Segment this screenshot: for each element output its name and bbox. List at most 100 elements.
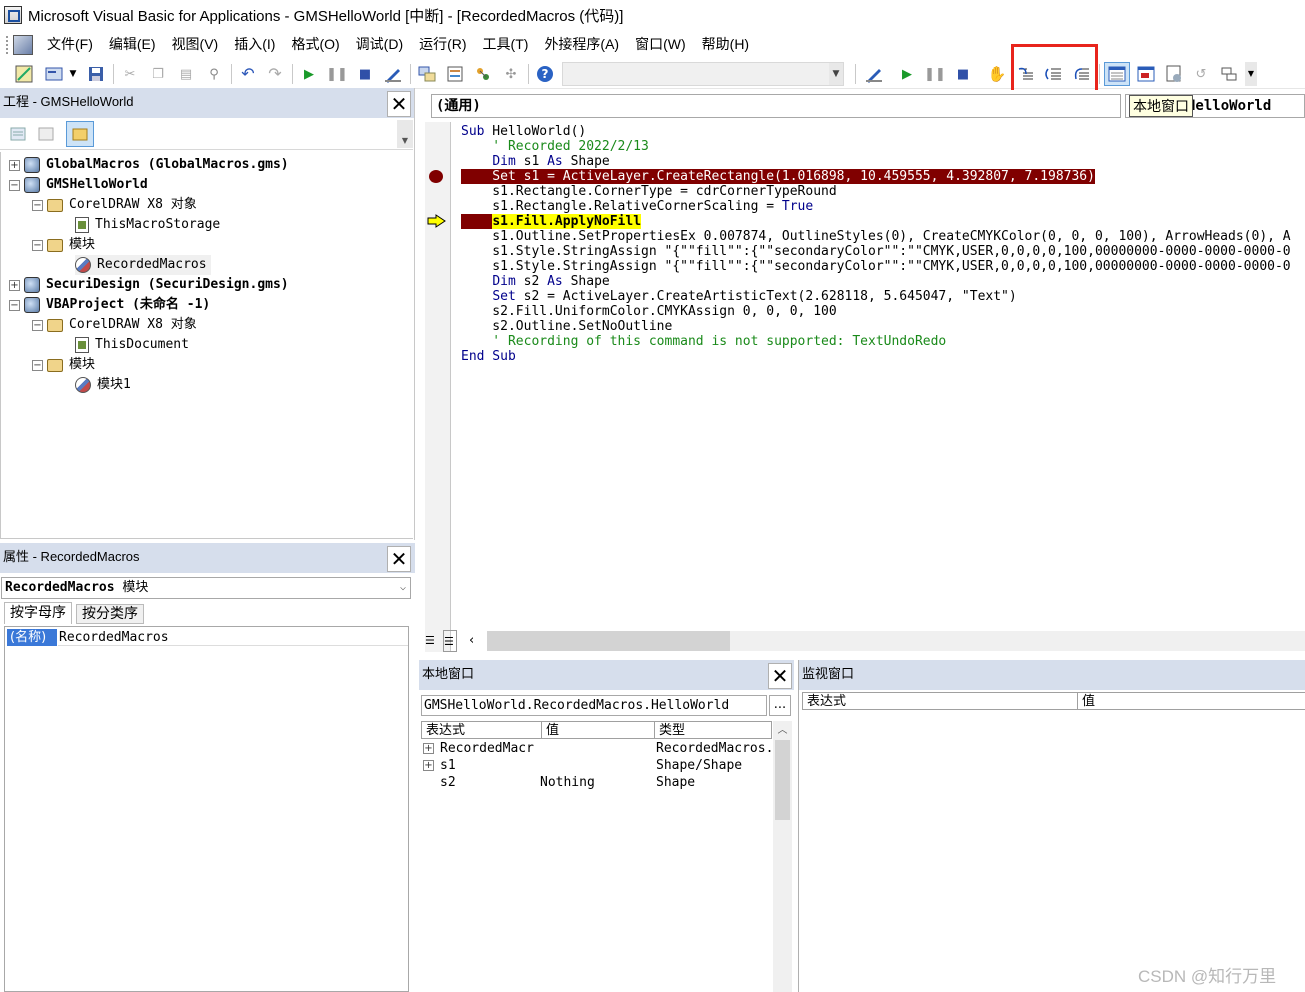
view-object-icon[interactable]	[36, 124, 56, 144]
dropdown-arrow-icon[interactable]: ▼	[66, 64, 80, 84]
toggle-folders-icon[interactable]	[66, 121, 94, 147]
code-line[interactable]: s1.Rectangle.RelativeCornerScaling = Tru…	[461, 199, 813, 214]
design-mode-icon[interactable]	[383, 64, 403, 84]
code-line[interactable]: s2.Outline.SetNoOutline	[461, 319, 672, 334]
chevron-down-icon[interactable]: ▼	[829, 63, 843, 85]
collapse-icon[interactable]: −	[32, 239, 43, 251]
tree-item-recordedmacros[interactable]: RecordedMacros	[75, 255, 211, 275]
watch-window-icon[interactable]	[1164, 64, 1184, 84]
collapse-icon[interactable]: −	[9, 179, 20, 191]
code-line[interactable]: s1.Style.StringAssign "{""fill"":{""seco…	[461, 259, 1290, 274]
scrollbar-thumb[interactable]	[487, 631, 730, 651]
call-stack-button[interactable]: ...	[769, 695, 791, 716]
code-line[interactable]: s2.Fill.UniformColor.CMYKAssign 0, 0, 0,…	[461, 304, 836, 319]
table-row[interactable]: + s1 Shape/Shape	[421, 757, 771, 774]
locals-window-icon[interactable]	[1104, 62, 1130, 86]
code-line[interactable]: Set s2 = ActiveLayer.CreateArtisticText(…	[461, 289, 1016, 304]
locals-col-type[interactable]: 类型	[654, 721, 772, 739]
tree-item-modules-2[interactable]: − 模块	[32, 355, 95, 375]
redo-icon[interactable]: ↷	[265, 64, 285, 84]
toolbar-location-combo[interactable]: ▼	[562, 62, 844, 86]
toolbox-icon[interactable]: ✣	[501, 64, 521, 84]
scroll-left-icon[interactable]: ‹	[469, 630, 474, 652]
code-line[interactable]: End Sub	[461, 349, 516, 364]
save-icon[interactable]	[86, 64, 106, 84]
expand-icon[interactable]: +	[423, 760, 434, 771]
watch-col-expression[interactable]: 表达式	[802, 692, 1078, 710]
break-icon[interactable]: ❚❚	[924, 64, 946, 84]
tree-item-securidesign[interactable]: + SecuriDesign (SecuriDesign.gms)	[9, 275, 289, 295]
collapse-icon[interactable]: −	[9, 299, 20, 311]
tree-item-globalmacros[interactable]: + GlobalMacros (GlobalMacros.gms)	[9, 155, 289, 175]
undo-icon[interactable]: ↶	[238, 64, 258, 84]
code-line[interactable]: ' Recorded 2022/2/13	[461, 139, 649, 154]
expand-icon[interactable]: +	[9, 279, 20, 291]
watch-col-value[interactable]: 值	[1077, 692, 1305, 710]
object-selector[interactable]: RecordedMacros 模块 ⌵	[1, 577, 411, 599]
code-line[interactable]: s1.Style.StringAssign "{""fill"":{""seco…	[461, 244, 1290, 259]
properties-window-icon[interactable]	[445, 64, 465, 84]
tree-item-coreldraw-objects[interactable]: − CorelDRAW X8 对象	[32, 195, 197, 215]
tree-item-vbaproject[interactable]: − VBAProject (未命名 -1)	[9, 295, 210, 315]
collapse-icon[interactable]: −	[32, 359, 43, 371]
tab-categorized[interactable]: 按分类序	[76, 604, 144, 624]
vba-menu-icon[interactable]	[13, 34, 33, 55]
locals-col-value[interactable]: 值	[541, 721, 655, 739]
run-icon[interactable]: ▶	[299, 64, 319, 84]
view-code-icon[interactable]	[8, 124, 28, 144]
tree-item-module1[interactable]: 模块1	[75, 375, 131, 395]
menu-view[interactable]: 视图(V)	[164, 31, 227, 58]
continue-icon[interactable]: ▶	[897, 64, 917, 84]
reset-icon[interactable]: ■	[355, 64, 375, 84]
tree-item-thismacrostorage[interactable]: ThisMacroStorage	[75, 215, 220, 235]
project-scrollbar[interactable]: ▼	[397, 120, 413, 148]
insert-userform-icon[interactable]	[44, 64, 64, 84]
chevron-down-icon[interactable]: ⌵	[400, 578, 406, 598]
toolbar-options-icon[interactable]: ▼	[1245, 62, 1257, 86]
menu-format[interactable]: 格式(O)	[283, 31, 347, 58]
tab-alphabetic[interactable]: 按字母序	[4, 602, 72, 624]
table-row[interactable]: s2 Nothing Shape	[421, 774, 771, 791]
copy-icon[interactable]: ❐	[148, 64, 168, 84]
property-name-cell[interactable]: (名称)	[7, 629, 57, 646]
hscroll-left-icon[interactable]: ☰	[425, 630, 439, 652]
tree-item-modules[interactable]: − 模块	[32, 235, 95, 255]
project-explorer-icon[interactable]	[417, 64, 437, 84]
code-line[interactable]: s1.Fill.ApplyNoFill	[461, 214, 642, 229]
close-icon[interactable]: ✕	[768, 663, 792, 689]
breakpoint-icon[interactable]	[429, 170, 443, 183]
procedure-view-icon[interactable]: ☰	[443, 630, 457, 652]
locals-col-expression[interactable]: 表达式	[421, 721, 542, 739]
menu-addins[interactable]: 外接程序(A)	[536, 31, 627, 58]
code-line[interactable]: Dim s2 As Shape	[461, 274, 609, 289]
menu-tools[interactable]: 工具(T)	[475, 31, 537, 58]
collapse-icon[interactable]: −	[32, 199, 43, 211]
code-line[interactable]: Dim s1 As Shape	[461, 154, 609, 169]
object-browser-icon[interactable]	[473, 64, 493, 84]
expand-icon[interactable]: +	[423, 743, 434, 754]
find-icon[interactable]: ⚲	[204, 64, 224, 84]
object-combo[interactable]: (通用)	[431, 94, 1121, 118]
call-stack-icon[interactable]	[1219, 64, 1239, 84]
menu-edit[interactable]: 编辑(E)	[101, 31, 164, 58]
close-icon[interactable]: ✕	[387, 546, 411, 572]
break-icon[interactable]: ❚❚	[326, 64, 348, 84]
code-line[interactable]: Set s1 = ActiveLayer.CreateRectangle(1.0…	[461, 169, 1095, 184]
locals-scrollbar[interactable]: ︿	[773, 721, 792, 992]
property-value-cell[interactable]: RecordedMacros	[58, 629, 408, 646]
menu-help[interactable]: 帮助(H)	[694, 31, 757, 58]
code-line[interactable]: s1.Rectangle.CornerType = cdrCornerTypeR…	[461, 184, 836, 199]
quick-watch-icon[interactable]: ↺	[1191, 64, 1211, 84]
menu-run[interactable]: 运行(R)	[411, 31, 474, 58]
collapse-icon[interactable]: −	[32, 319, 43, 331]
margin-indicator-bar[interactable]	[425, 122, 451, 652]
view-coreldraw-icon[interactable]	[14, 64, 34, 84]
close-icon[interactable]: ✕	[387, 91, 411, 117]
paste-icon[interactable]: ▤	[176, 64, 196, 84]
table-row[interactable]: + RecordedMacr RecordedMacros.	[421, 740, 772, 757]
design-mode-icon[interactable]	[864, 64, 884, 84]
expand-icon[interactable]: +	[9, 159, 20, 171]
reset-icon[interactable]: ■	[953, 64, 973, 84]
tree-item-coreldraw-objects-2[interactable]: − CorelDRAW X8 对象	[32, 315, 197, 335]
code-line[interactable]: ' Recording of this command is not suppo…	[461, 334, 946, 349]
